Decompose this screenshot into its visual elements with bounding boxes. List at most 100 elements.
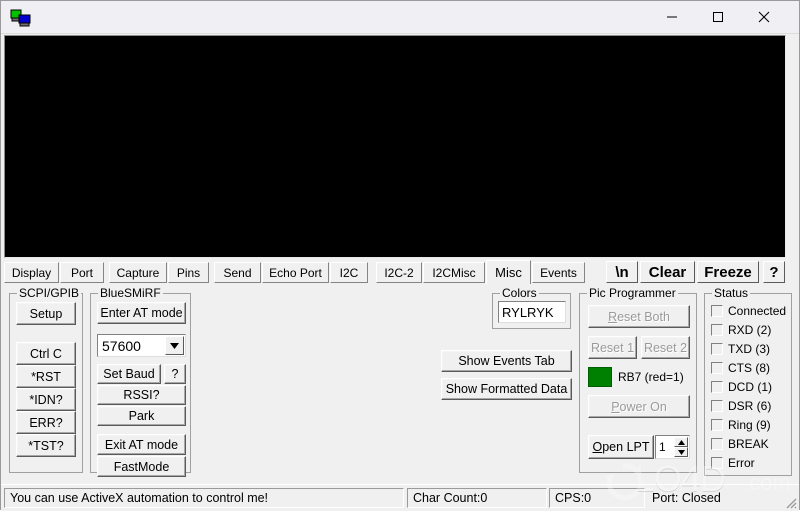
reset-both-button[interactable]: Reset Both [588,305,690,328]
checkbox-icon[interactable] [711,323,723,336]
tab-i2c[interactable]: I2C [330,262,368,283]
misc-tab-panel: SCPI/GPIB Setup Ctrl C *RST *IDN? ERR? *… [1,284,799,484]
lpt-port-spinner[interactable]: 1 [655,435,690,459]
checkbox-icon[interactable] [711,399,723,412]
colors-group: Colors RYLRYK [492,286,571,329]
tab-i2c-2[interactable]: I2C-2 [376,262,422,283]
setup-button[interactable]: Setup [16,302,76,325]
rst-button[interactable]: *RST [16,365,76,388]
enter-at-mode-button[interactable]: Enter AT mode [97,302,186,324]
status-item-txd[interactable]: TXD (3) [711,340,770,357]
baud-rate-value: 57600 [102,337,141,354]
tab-display[interactable]: Display [4,262,59,283]
tab-echo-port[interactable]: Echo Port [262,262,329,283]
resize-grip-icon[interactable] [783,495,797,509]
rb7-led-label: RB7 (red=1) [618,370,684,384]
port-status-cell: Port: Closed [647,488,795,508]
pic-programmer-group: Pic Programmer Reset Both Reset 1 Reset … [579,286,697,473]
status-item-label: DCD (1) [728,379,772,394]
spinner-down-icon[interactable] [674,447,688,457]
show-events-tab-button[interactable]: Show Events Tab [441,350,572,372]
status-item-connected[interactable]: Connected [711,302,786,319]
power-on-label-rest: ower On [619,399,667,414]
two-computers-network-icon [10,9,32,27]
checkbox-icon[interactable] [711,304,723,317]
rb7-led-indicator [588,367,612,387]
tab-i2cmisc[interactable]: I2CMisc [423,262,485,283]
status-item-break[interactable]: BREAK [711,435,769,452]
newline-button[interactable]: \n [606,261,638,283]
status-item-error[interactable]: Error [711,454,755,471]
tab-events[interactable]: Events [532,262,585,283]
status-item-label: Error [728,455,755,470]
status-item-rxd[interactable]: RXD (2) [711,321,771,338]
checkbox-icon[interactable] [711,342,723,355]
maximize-button[interactable] [695,1,741,32]
err-button[interactable]: ERR? [16,411,76,434]
status-message: You can use ActiveX automation to contro… [4,488,404,508]
status-item-dcd[interactable]: DCD (1) [711,378,772,395]
freeze-button[interactable]: Freeze [697,261,759,283]
status-group-label: Status [712,286,751,300]
char-count-cell: Char Count:0 [407,488,547,508]
checkbox-icon[interactable] [711,380,723,393]
colors-input[interactable]: RYLRYK [498,301,566,323]
baud-help-button[interactable]: ? [164,364,186,384]
cps-cell: CPS:0 [549,488,645,508]
terminal-frame [4,35,786,258]
pic-programmer-group-label: Pic Programmer [587,286,678,300]
close-button[interactable] [741,1,787,32]
status-item-label: RXD (2) [728,322,772,337]
chevron-down-icon[interactable] [165,336,184,355]
checkbox-icon[interactable] [711,437,723,450]
lpt-port-value: 1 [659,440,666,454]
terminal-side-filler [786,35,799,258]
checkbox-icon[interactable] [711,418,723,431]
park-button[interactable]: Park [97,406,186,426]
bluesmirf-group: BlueSMiRF Enter AT mode 57600 Set Baud ?… [90,286,191,477]
reset-both-label-rest: eset Both [617,309,670,324]
checkbox-icon[interactable] [711,456,723,469]
tab-port[interactable]: Port [60,262,104,283]
checkbox-icon[interactable] [711,361,723,374]
title-bar [1,1,799,34]
bluesmirf-group-label: BlueSMiRF [98,286,163,300]
status-item-label: Ring (9) [728,417,771,432]
status-bar: You can use ActiveX automation to contro… [1,484,799,511]
scpi-gpib-group: SCPI/GPIB Setup Ctrl C *RST *IDN? ERR? *… [9,286,83,473]
power-on-button[interactable]: Power On [588,395,690,418]
status-item-label: Connected [728,303,787,318]
reset-2-button[interactable]: Reset 2 [641,336,690,359]
show-formatted-data-button[interactable]: Show Formatted Data [441,378,572,400]
baud-rate-combo[interactable]: 57600 [97,334,186,357]
help-button[interactable]: ? [763,261,785,283]
fastmode-button[interactable]: FastMode [97,456,186,477]
status-item-dsr[interactable]: DSR (6) [711,397,771,414]
tab-send[interactable]: Send [214,262,261,283]
tst-button[interactable]: *TST? [16,434,76,457]
status-item-ring[interactable]: Ring (9) [711,416,771,433]
exit-at-mode-button[interactable]: Exit AT mode [97,434,186,455]
application-window: Display Port Capture Pins Send Echo Port… [0,0,800,511]
status-item-label: DSR (6) [728,398,772,413]
tab-misc[interactable]: Misc [486,260,531,284]
clear-button[interactable]: Clear [640,261,695,283]
minimize-button[interactable] [649,1,695,32]
rssi-button[interactable]: RSSI? [97,385,186,405]
tab-pins[interactable]: Pins [168,262,209,283]
status-item-label: BREAK [728,436,769,451]
colors-group-label: Colors [500,286,539,300]
reset-1-button[interactable]: Reset 1 [588,336,637,359]
open-lpt-button[interactable]: Open LPT [588,435,654,459]
tab-capture[interactable]: Capture [109,262,167,283]
terminal-output[interactable] [5,36,785,257]
set-baud-button[interactable]: Set Baud [97,364,161,384]
scpi-gpib-group-label: SCPI/GPIB [17,286,82,300]
spinner-up-icon[interactable] [674,437,688,447]
idn-button[interactable]: *IDN? [16,388,76,411]
status-item-label: CTS (8) [728,360,770,375]
open-lpt-label-rest: pen LPT [602,440,650,454]
status-item-cts[interactable]: CTS (8) [711,359,770,376]
status-group: Status Connected RXD (2) TXD (3) CTS (8)… [704,286,792,476]
ctrl-c-button[interactable]: Ctrl C [16,342,76,365]
